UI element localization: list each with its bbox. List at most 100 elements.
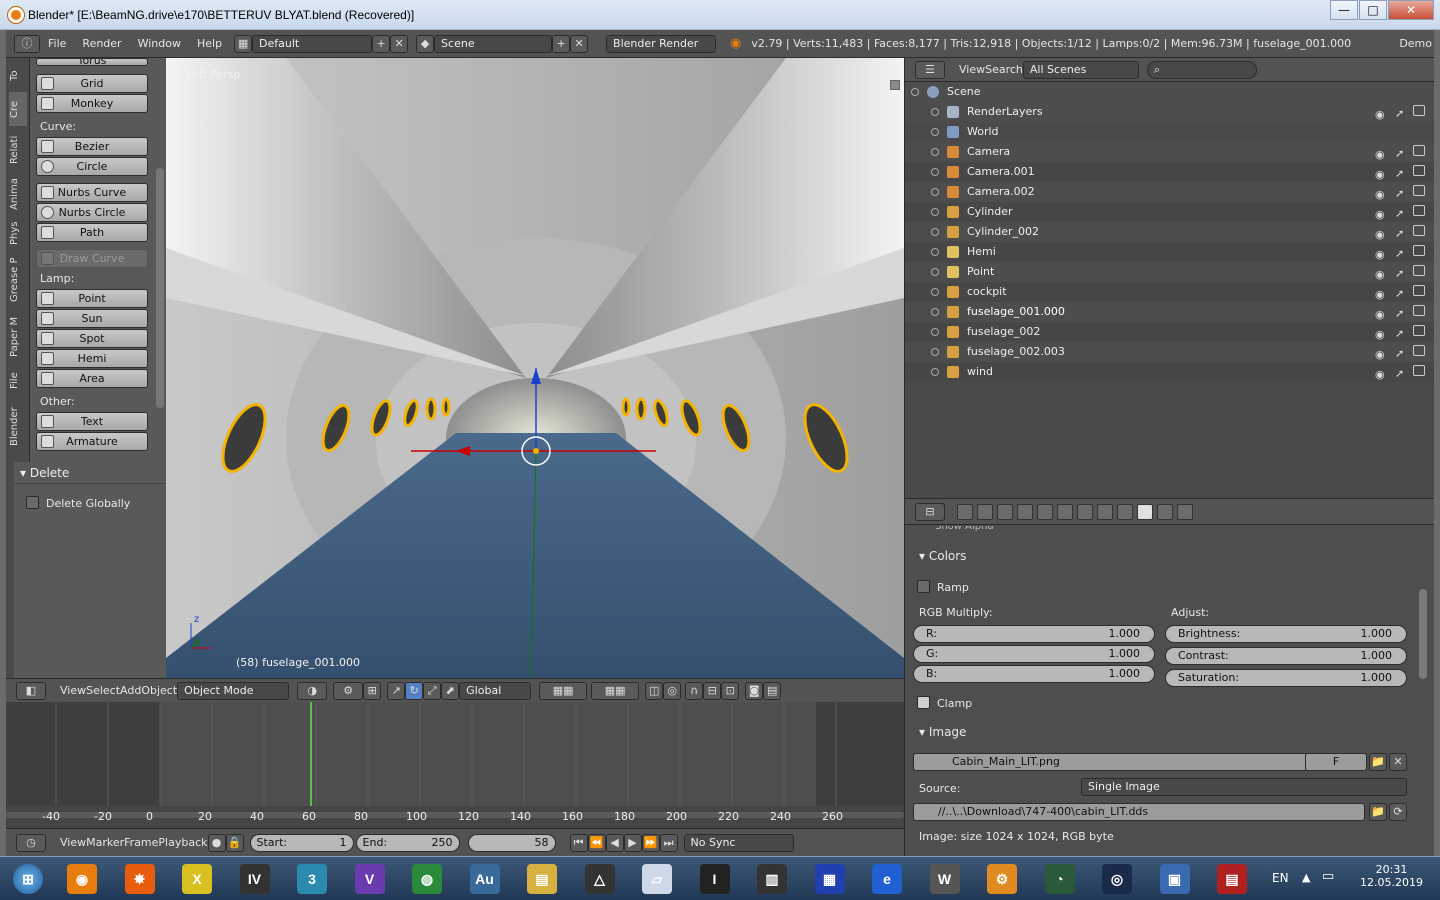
taskbar-audio-icon[interactable]: ▦ — [806, 861, 854, 897]
selectable-cursor-icon[interactable]: ➚ — [1395, 344, 1404, 364]
renderable-camera-icon[interactable] — [1413, 325, 1425, 336]
outliner-menu-view[interactable]: View — [959, 63, 985, 76]
renderable-camera-icon[interactable] — [1413, 285, 1425, 296]
sun-lamp-button[interactable]: Sun — [36, 309, 148, 328]
jump-start-icon[interactable]: ⏮ — [569, 833, 588, 852]
current-frame-field[interactable]: 58 — [467, 833, 556, 852]
selectable-cursor-icon[interactable]: ➚ — [1395, 364, 1404, 384]
keying-lock-icon[interactable]: 🔒 — [225, 833, 244, 852]
next-key-icon[interactable]: ⏩ — [641, 833, 660, 852]
taskbar-cluster-icon[interactable]: ✸ — [116, 861, 164, 897]
taskbar-x-icon[interactable]: X — [173, 861, 221, 897]
taskbar-globe-icon[interactable]: ◍ — [403, 861, 451, 897]
expand-icon[interactable] — [931, 348, 939, 356]
scene-add-icon[interactable]: + — [552, 34, 571, 53]
renderable-camera-icon[interactable] — [1413, 205, 1425, 216]
colors-panel-header[interactable]: ▾ Colors — [919, 549, 966, 563]
point-lamp-button[interactable]: Point — [36, 289, 148, 308]
area-lamp-button[interactable]: Area — [36, 369, 148, 388]
expand-icon[interactable] — [931, 288, 939, 296]
expand-icon[interactable] — [931, 268, 939, 276]
outliner-row[interactable]: Camera ◉ ➚ — [905, 142, 1434, 162]
taskbar-intellij-icon[interactable]: I — [691, 861, 739, 897]
timeline-editor-type-icon[interactable]: ◷ — [16, 833, 46, 852]
taskbar-folder-icon[interactable]: ▱ — [633, 861, 681, 897]
menu-object[interactable]: Object — [141, 684, 177, 697]
image-panel-header[interactable]: ▾ Image — [919, 725, 966, 739]
layout-remove-icon[interactable]: ✕ — [390, 34, 409, 53]
contrast-field[interactable]: Contrast: 1.000 — [1165, 647, 1407, 665]
selectable-cursor-icon[interactable]: ➚ — [1395, 244, 1404, 264]
outliner-editor-type-icon[interactable]: ☰ — [915, 60, 945, 79]
menu-window[interactable]: Window — [138, 37, 181, 50]
network-icon[interactable]: ▭ — [1322, 869, 1334, 884]
record-icon[interactable]: ● — [207, 833, 226, 852]
snap-icon[interactable]: ∩ — [685, 681, 704, 700]
outliner-row[interactable]: fuselage_002.003 ◉ ➚ — [905, 342, 1434, 362]
renderable-camera-icon[interactable] — [1413, 345, 1425, 356]
end-frame-field[interactable]: End: 250 — [355, 833, 460, 852]
tab-grease-pencil[interactable]: Grease P — [9, 252, 27, 308]
taskbar-piano-icon[interactable]: ▥ — [748, 861, 796, 897]
outliner-row[interactable]: fuselage_001.000 ◉ ➚ — [905, 302, 1434, 322]
tab-file[interactable]: File — [9, 366, 27, 396]
scene-remove-icon[interactable]: ✕ — [570, 34, 589, 53]
sync-select[interactable]: No Sync — [683, 833, 794, 852]
taskbar-gear-icon[interactable]: ⚙ — [978, 861, 1026, 897]
taskbar-3ds-max-icon[interactable]: 3 — [288, 861, 336, 897]
clamp-checkbox[interactable] — [917, 696, 930, 709]
world-tab-icon[interactable] — [1017, 503, 1033, 520]
toolshelf-scrollbar[interactable] — [156, 168, 164, 408]
start-frame-field[interactable]: Start: 1 — [249, 833, 354, 852]
renderable-camera-icon[interactable] — [1413, 245, 1425, 256]
manipulate-icon[interactable]: ⬈ — [441, 681, 460, 700]
language-indicator[interactable]: EN — [1272, 871, 1289, 885]
material-tab-icon[interactable] — [1117, 503, 1133, 520]
path-button[interactable]: Path — [36, 223, 148, 242]
layout-select[interactable]: Default — [252, 34, 373, 53]
minimize-button[interactable]: — — [1330, 0, 1358, 20]
selectable-cursor-icon[interactable]: ➚ — [1395, 304, 1404, 324]
reload-image-icon[interactable]: ⟳ — [1389, 803, 1407, 821]
expand-icon[interactable] — [931, 228, 939, 236]
armature-button[interactable]: Armature — [36, 432, 148, 451]
torus-button[interactable]: Torus — [36, 58, 148, 66]
renderable-camera-icon[interactable] — [1413, 305, 1425, 316]
expand-icon[interactable] — [931, 308, 939, 316]
outliner-row[interactable]: Point ◉ ➚ — [905, 262, 1434, 282]
taskbar-blender-icon[interactable]: ◉ — [58, 861, 106, 897]
tab-tools[interactable]: To — [9, 64, 27, 88]
unlink-image-icon[interactable]: ✕ — [1389, 753, 1407, 771]
draw-curve-button[interactable]: Draw Curve — [36, 249, 148, 268]
collapse-icon[interactable] — [911, 88, 919, 96]
r-field[interactable]: R: 1.000 — [913, 625, 1155, 643]
texture-tab-icon[interactable] — [1137, 503, 1153, 520]
selectable-cursor-icon[interactable]: ➚ — [1395, 144, 1404, 164]
menu-view[interactable]: View — [60, 684, 86, 697]
timeline-menu-marker[interactable]: Marker — [86, 836, 124, 849]
lock-icon[interactable]: ◫ — [645, 681, 664, 700]
properties-scrollbar[interactable] — [1419, 589, 1427, 679]
renderlayer-tab-icon[interactable] — [977, 503, 993, 520]
spot-lamp-button[interactable]: Spot — [36, 329, 148, 348]
outliner-row-scene[interactable]: Scene — [905, 82, 1434, 102]
menu-add[interactable]: Add — [120, 684, 141, 697]
b-field[interactable]: B: 1.000 — [913, 665, 1155, 683]
nurbs-curve-button[interactable]: Nurbs Curve — [36, 183, 148, 202]
region-toggle-icon[interactable] — [890, 80, 900, 90]
outliner-row[interactable]: wind ◉ ➚ — [905, 362, 1434, 382]
maximize-button[interactable]: □ — [1359, 0, 1387, 20]
render-engine-select[interactable]: Blender Render — [606, 34, 717, 53]
tray-arrow-icon[interactable]: ▲ — [1302, 871, 1310, 884]
circle-button[interactable]: Circle — [36, 157, 148, 176]
close-button[interactable]: ✕ — [1388, 0, 1434, 20]
nurbs-circle-button[interactable]: Nurbs Circle — [36, 203, 148, 222]
grid-button[interactable]: Grid — [36, 74, 148, 93]
constraints-tab-icon[interactable] — [1057, 503, 1073, 520]
editor-type-icon[interactable]: ◧ — [16, 681, 46, 700]
saturation-field[interactable]: Saturation: 1.000 — [1165, 669, 1407, 687]
selectable-cursor-icon[interactable]: ➚ — [1395, 104, 1404, 124]
text-button[interactable]: Text — [36, 412, 148, 431]
tab-blender[interactable]: Blender — [9, 402, 27, 452]
data-tab-icon[interactable] — [1097, 503, 1113, 520]
